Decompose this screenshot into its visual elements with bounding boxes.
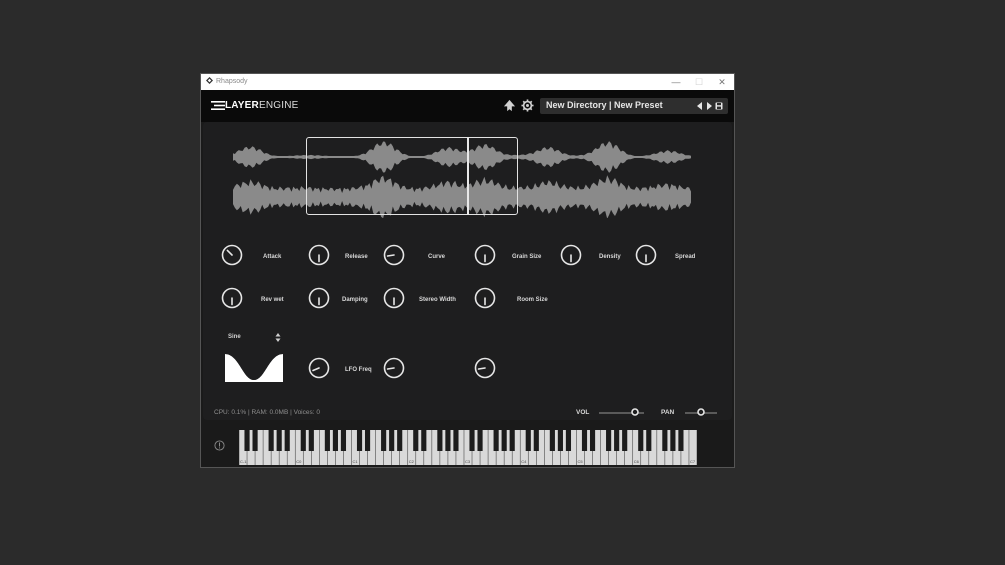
svg-text:C7: C7 xyxy=(690,459,696,464)
preset-name: New Directory | New Preset xyxy=(546,100,663,110)
density-knob[interactable] xyxy=(560,244,582,266)
logo-bold-text: LAYER xyxy=(225,100,259,111)
svg-text:C0: C0 xyxy=(296,459,302,464)
select-arrows-icon xyxy=(275,333,281,342)
curve-knob[interactable] xyxy=(383,244,405,266)
lfo-waveform-preview xyxy=(225,352,283,382)
lfo-amount-knob[interactable] xyxy=(474,357,496,379)
playhead[interactable] xyxy=(467,137,469,215)
attack-knob[interactable] xyxy=(221,244,243,266)
next-preset-icon[interactable] xyxy=(705,102,713,110)
svg-text:C3: C3 xyxy=(465,459,471,464)
piano-keyboard[interactable]: C-1 C0 C1 C2 C3 C4 C5 C6 C7 xyxy=(239,430,697,465)
info-icon[interactable] xyxy=(214,440,225,451)
upload-icon[interactable] xyxy=(503,99,516,112)
svg-text:C2: C2 xyxy=(409,459,415,464)
curve-label: Curve xyxy=(428,254,446,260)
vol-slider-thumb[interactable] xyxy=(631,408,639,416)
grain-size-knob[interactable] xyxy=(474,244,496,266)
spread-label: Spread xyxy=(675,254,696,260)
attack-label: Attack xyxy=(263,254,282,260)
svg-text:C4: C4 xyxy=(521,459,527,464)
room-size-knob[interactable] xyxy=(474,287,496,309)
title-bar[interactable]: Rhapsody — ☐ ✕ xyxy=(201,74,734,90)
svg-text:C6: C6 xyxy=(634,459,640,464)
room-size-label: Room Size xyxy=(517,297,548,303)
logo-lines-icon xyxy=(211,101,225,110)
svg-text:C-1: C-1 xyxy=(240,459,247,464)
preset-selector[interactable]: New Directory | New Preset xyxy=(540,98,728,114)
window-title: Rhapsody xyxy=(216,78,248,85)
status-readout: CPU: 0.1% | RAM: 0.0MB | Voices: 0 xyxy=(214,409,320,416)
rev-wet-label: Rev wet xyxy=(261,297,284,303)
grain-size-label: Grain Size xyxy=(512,254,542,260)
vol-label: VOL xyxy=(576,409,590,416)
minimize-button[interactable]: — xyxy=(667,76,685,88)
plugin-window: Rhapsody — ☐ ✕ LAYERENGINE New Directory… xyxy=(200,73,735,468)
save-icon[interactable] xyxy=(715,102,723,110)
app-icon xyxy=(206,77,213,84)
plugin-header: LAYERENGINE New Directory | New Preset xyxy=(201,90,734,122)
release-knob[interactable] xyxy=(308,244,330,266)
lfo-depth-knob[interactable] xyxy=(308,357,330,379)
gear-icon[interactable] xyxy=(521,99,534,112)
damping-knob[interactable] xyxy=(308,287,330,309)
lfo-freq-knob[interactable] xyxy=(383,357,405,379)
pan-slider-thumb[interactable] xyxy=(697,408,705,416)
keyboard-area: C-1 C0 C1 C2 C3 C4 C5 C6 C7 xyxy=(201,420,734,467)
svg-text:C1: C1 xyxy=(352,459,358,464)
sample-selection-region[interactable] xyxy=(306,137,518,215)
density-label: Density xyxy=(599,254,621,260)
release-label: Release xyxy=(345,254,368,260)
svg-text:C5: C5 xyxy=(577,459,583,464)
stereo-width-knob[interactable] xyxy=(383,287,405,309)
close-button[interactable]: ✕ xyxy=(713,76,731,88)
spread-knob[interactable] xyxy=(635,244,657,266)
prev-preset-icon[interactable] xyxy=(696,102,704,110)
lfo-shape-select[interactable]: Sine xyxy=(225,332,283,343)
logo-thin-text: ENGINE xyxy=(258,100,299,111)
stereo-width-label: Stereo Width xyxy=(419,297,456,303)
damping-label: Damping xyxy=(342,297,368,303)
logo: LAYERENGINE xyxy=(225,100,299,111)
main-panel: Attack Release Curve Grain Size Density … xyxy=(203,122,732,420)
maximize-button[interactable]: ☐ xyxy=(690,76,708,88)
rev-wet-knob[interactable] xyxy=(221,287,243,309)
pan-label: PAN xyxy=(661,409,675,416)
lfo-freq-label: LFO Freq xyxy=(345,367,372,373)
lfo-shape-value: Sine xyxy=(228,334,241,340)
